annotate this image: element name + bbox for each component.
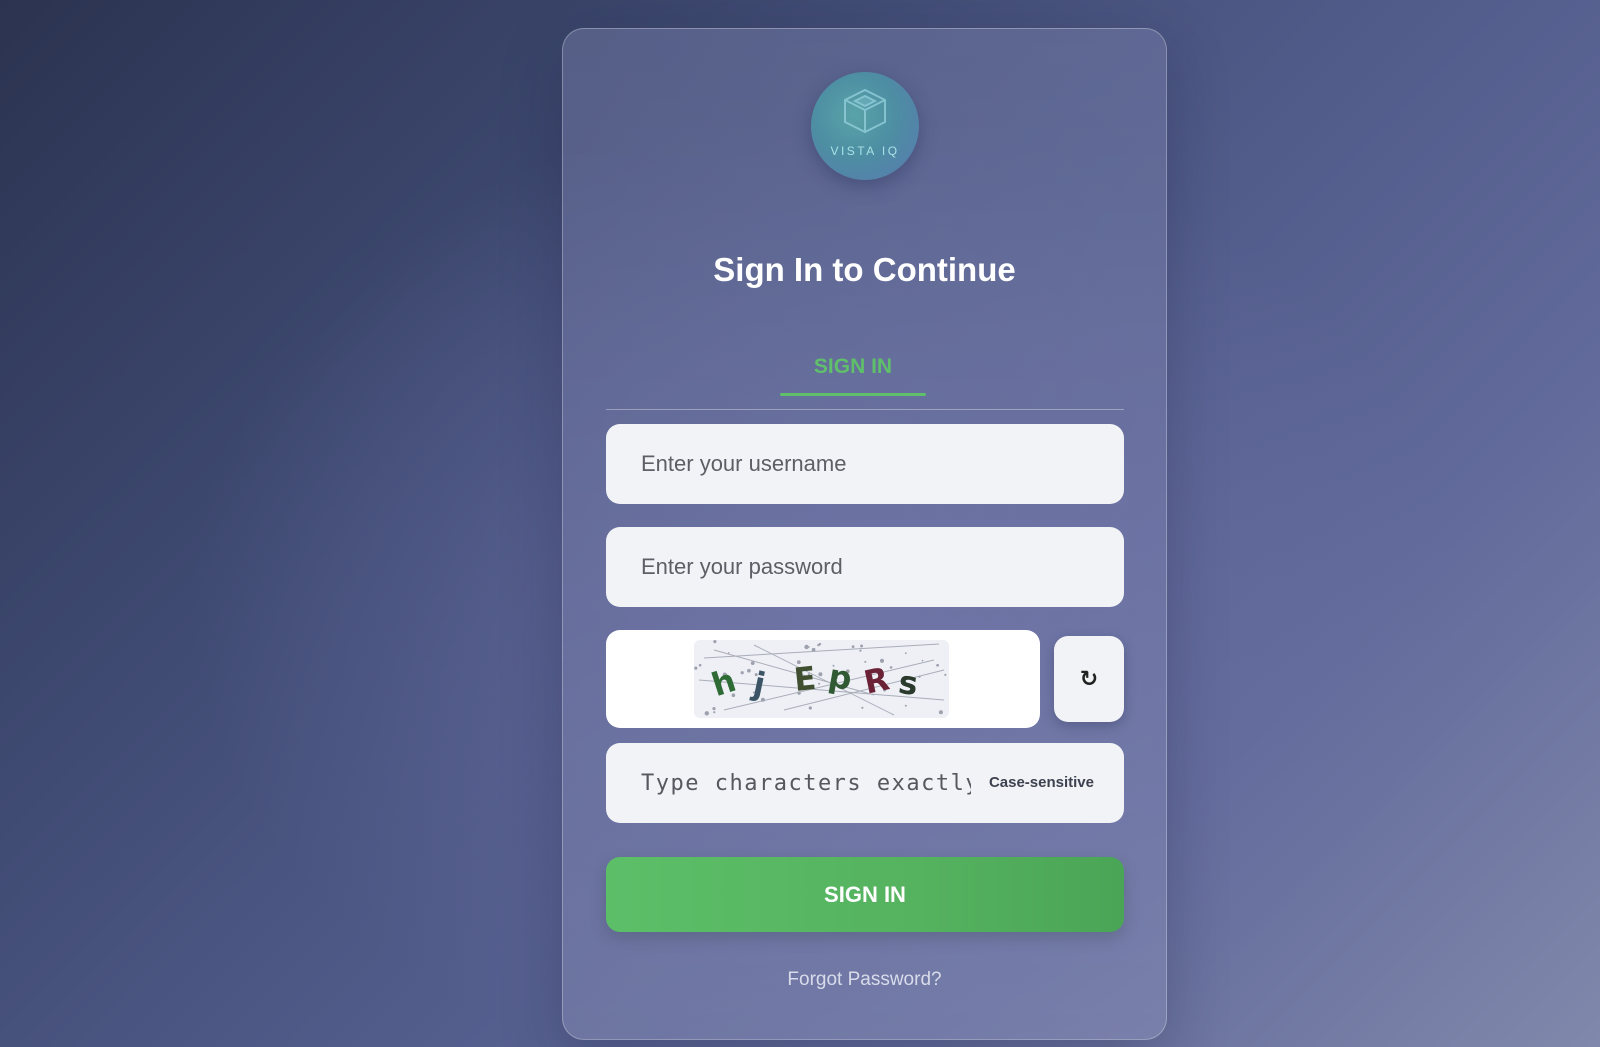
captcha-noise-dot (804, 644, 809, 650)
captcha-noise-dot (704, 711, 709, 716)
logo-text: VISTA IQ (830, 144, 900, 158)
captcha-noise-dot (728, 652, 730, 654)
captcha-noise-dot (712, 707, 716, 711)
captcha-noise-dot (740, 671, 744, 675)
page-title: Sign In to Continue (713, 251, 1016, 288)
captcha-image: hjEpRs (694, 640, 949, 718)
captcha-noise-dot (811, 647, 816, 652)
refresh-icon: ↻ (1079, 666, 1099, 692)
refresh-captcha-button[interactable]: ↻ (1054, 636, 1124, 722)
captcha-noise-dot (861, 706, 864, 709)
captcha-noise-dot (818, 682, 821, 685)
captcha-container: hjEpRs (606, 630, 1040, 728)
cube-icon (844, 88, 886, 134)
captcha-noise-dot (713, 640, 717, 644)
captcha-noise-dot (860, 644, 864, 648)
login-card: VISTA IQ Sign In to Continue SIGN IN hjE… (562, 28, 1167, 1040)
captcha-noise-dot (859, 649, 862, 652)
captcha-character: E (792, 659, 818, 699)
sign-in-button[interactable]: SIGN IN (606, 857, 1124, 932)
captcha-noise-dot (818, 672, 823, 677)
captcha-noise-dot (713, 711, 716, 714)
captcha-character: s (896, 663, 920, 703)
captcha-character: R (860, 659, 892, 701)
captcha-noise-dot (944, 673, 947, 676)
captcha-noise-dot (904, 652, 907, 655)
captcha-field: Case-sensitive (606, 743, 1124, 823)
captcha-character: p (826, 657, 855, 698)
captcha-noise-dot (938, 710, 943, 715)
captcha-noise-dot (889, 666, 893, 669)
captcha-character: h (707, 661, 740, 704)
vista-iq-logo: VISTA IQ (811, 72, 919, 180)
captcha-input[interactable] (606, 743, 971, 823)
captcha-noise-dot (817, 643, 820, 647)
captcha-canvas: hjEpRs (694, 640, 947, 716)
captcha-noise-dot (808, 706, 812, 710)
tab-sign-in[interactable]: SIGN IN (780, 341, 926, 396)
captcha-noise-dot (747, 668, 751, 673)
captcha-noise-dot (921, 659, 924, 662)
captcha-noise-dot (936, 663, 939, 667)
auth-tabs: SIGN IN (606, 341, 1124, 410)
captcha-noise-dot (750, 661, 755, 665)
captcha-noise-dot (698, 663, 702, 667)
password-input[interactable] (606, 527, 1124, 607)
tab-label: SIGN IN (813, 355, 893, 378)
captcha-noise-line (703, 643, 940, 659)
captcha-noise-dot (904, 704, 907, 707)
case-sensitive-hint: Case-sensitive (988, 774, 1094, 791)
captcha-noise-dot (851, 645, 855, 649)
active-tab-indicator (780, 393, 926, 396)
forgot-password-link[interactable]: Forgot Password? (563, 969, 1166, 991)
username-input[interactable] (606, 424, 1124, 504)
captcha-noise-dot (694, 666, 698, 670)
